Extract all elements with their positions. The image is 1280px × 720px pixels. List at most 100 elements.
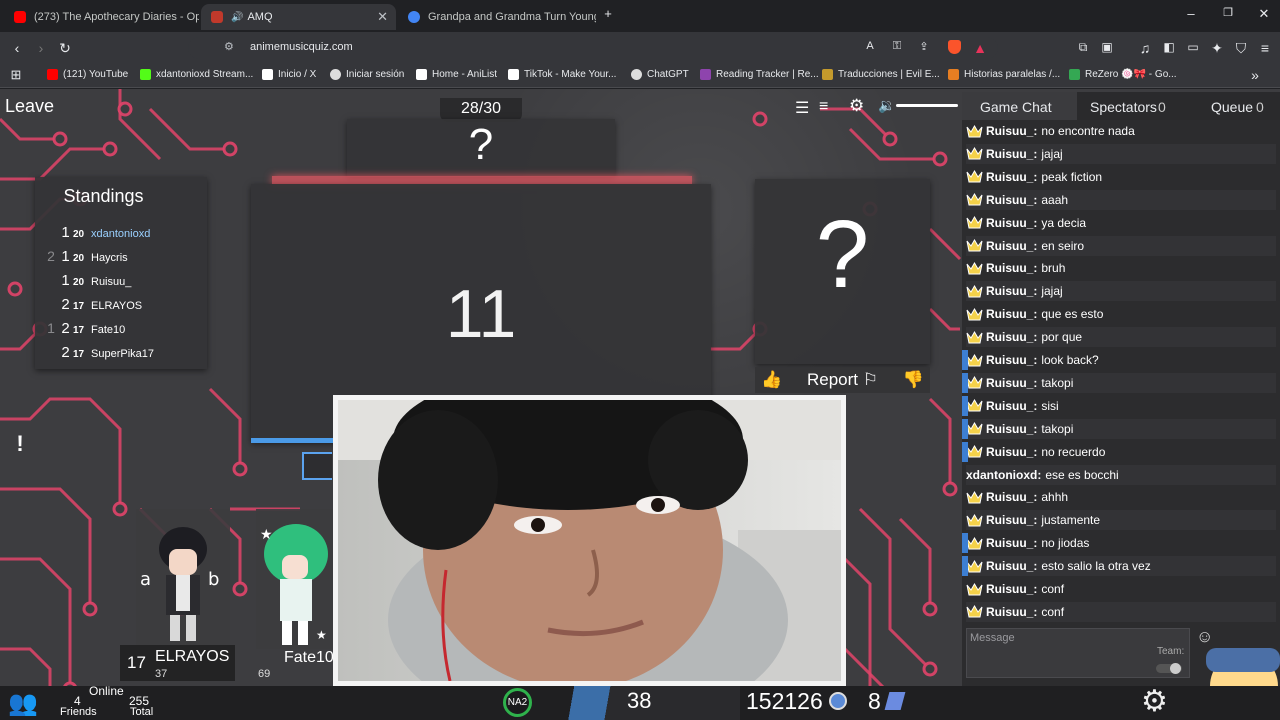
player-name[interactable]: Haycris xyxy=(91,252,128,264)
chat-text: en seiro xyxy=(1041,238,1085,253)
chat-username[interactable]: Ruisuu_: xyxy=(986,536,1037,550)
tab-grandpa[interactable]: Grandpa and Grandma Turn Young A... xyxy=(398,4,596,30)
close-window-button[interactable]: ✕ xyxy=(1254,6,1274,22)
chat-username[interactable]: Ruisuu_: xyxy=(986,582,1037,596)
bookmark-traducciones[interactable]: Traducciones | Evil E... xyxy=(822,69,940,80)
chat-username[interactable]: Ruisuu_: xyxy=(986,376,1037,390)
player-name[interactable]: Fate10 xyxy=(284,649,334,667)
screenshot-icon[interactable]: ▣ xyxy=(1098,40,1116,54)
player-list-icon[interactable]: ☰ xyxy=(795,98,809,118)
bookmark-login[interactable]: Iniciar sesión xyxy=(330,69,404,80)
key-icon[interactable]: ⚿ xyxy=(888,40,906,53)
chat-username[interactable]: Ruisuu_: xyxy=(986,216,1037,230)
player-name[interactable]: xdantonioxd xyxy=(91,228,150,240)
bookmark-chatgpt[interactable]: ChatGPT xyxy=(631,69,689,80)
apps-icon[interactable]: ⊞ xyxy=(7,67,25,83)
translate-icon[interactable]: A xyxy=(861,40,879,52)
player-name[interactable]: Fate10 xyxy=(91,324,125,336)
friends-icon[interactable]: 👥 xyxy=(8,689,38,718)
chat-username[interactable]: xdantonioxd: xyxy=(966,468,1041,482)
mention-highlight xyxy=(962,395,968,416)
chat-username[interactable]: Ruisuu_: xyxy=(986,193,1037,207)
wallet-icon[interactable]: ▭ xyxy=(1184,40,1202,54)
team-toggle[interactable] xyxy=(1156,663,1182,674)
youtube-icon xyxy=(47,69,58,80)
close-tab-icon[interactable]: ✕ xyxy=(377,9,388,25)
tab-queue[interactable]: Queue xyxy=(1211,99,1253,115)
bookmark-anilist[interactable]: Home - AniList xyxy=(416,69,497,80)
bookmark-rezero[interactable]: ReZero 🍥🎀 - Go... xyxy=(1069,69,1177,80)
chat-username[interactable]: Ruisuu_: xyxy=(986,284,1037,298)
chat-text: jajaj xyxy=(1041,284,1063,299)
webcam-overlay xyxy=(333,395,846,686)
settings-gear-icon[interactable]: ⚙ xyxy=(1141,684,1168,719)
chat-username[interactable]: Ruisuu_: xyxy=(986,353,1037,367)
reload-icon[interactable]: ↻ xyxy=(56,40,74,57)
tab-youtube[interactable]: (273) The Apothecary Diaries - Opening xyxy=(4,4,199,30)
chat-message: Ruisuu_: por que xyxy=(966,327,1276,348)
alert-icon[interactable]: ! xyxy=(9,431,31,459)
sidebar-icon[interactable]: ◧ xyxy=(1160,40,1178,54)
crown-badge-icon xyxy=(966,307,983,321)
minimize-button[interactable]: – xyxy=(1181,6,1201,21)
chat-username[interactable]: Ruisuu_: xyxy=(986,124,1037,138)
chat-username[interactable]: Ruisuu_: xyxy=(986,490,1037,504)
leo-icon[interactable]: ✦ xyxy=(1208,40,1226,57)
chat-username[interactable]: Ruisuu_: xyxy=(986,399,1037,413)
extensions-icon[interactable]: ⧉ xyxy=(1074,40,1092,55)
site-info-icon[interactable]: ⚙ xyxy=(224,40,234,53)
chat-username[interactable]: Ruisuu_: xyxy=(986,422,1037,436)
chat-username[interactable]: Ruisuu_: xyxy=(986,445,1037,459)
volume-slider[interactable] xyxy=(896,104,958,107)
player-name[interactable]: Ruisuu_ xyxy=(91,276,131,288)
tab-game-chat[interactable]: Game Chat xyxy=(980,99,1052,115)
chat-message: Ruisuu_: que es esto xyxy=(966,304,1276,324)
chat-username[interactable]: Ruisuu_: xyxy=(986,239,1037,253)
chat-username[interactable]: Ruisuu_: xyxy=(986,170,1037,184)
answer-input-edge[interactable] xyxy=(302,452,332,480)
chat-username[interactable]: Ruisuu_: xyxy=(986,330,1037,344)
chat-username[interactable]: Ruisuu_: xyxy=(986,605,1037,619)
thumbs-down-icon[interactable]: 👎 xyxy=(903,370,924,390)
chat-username[interactable]: Ruisuu_: xyxy=(986,261,1037,275)
vote-bar: 👍 Report ⚐ 👎 xyxy=(755,367,930,393)
bookmark-historias[interactable]: Historias paralelas /... xyxy=(948,69,1060,80)
bookmark-x[interactable]: Inicio / X xyxy=(262,69,316,80)
volume-icon[interactable]: 🔉 xyxy=(878,97,895,114)
new-tab-button[interactable]: + xyxy=(598,6,618,21)
share-icon[interactable]: ⇪ xyxy=(915,40,933,53)
menu-icon[interactable]: ≡ xyxy=(819,98,828,116)
bookmark-kick[interactable]: xdantonioxd Stream... xyxy=(140,69,253,80)
bookmark-reading-tracker[interactable]: Reading Tracker | Re... xyxy=(700,69,819,80)
thumbs-up-icon[interactable]: 👍 xyxy=(761,370,782,390)
player-name[interactable]: ELRAYOS xyxy=(91,300,142,312)
media-icon[interactable]: ♫ xyxy=(1136,40,1154,56)
restore-button[interactable]: ❐ xyxy=(1218,6,1238,19)
chat-text: conf xyxy=(1041,582,1065,596)
forward-icon[interactable]: › xyxy=(32,40,50,56)
leave-button[interactable]: Leave xyxy=(5,96,54,117)
chat-username[interactable]: Ruisuu_: xyxy=(986,307,1037,321)
bookmark-tiktok[interactable]: TikTok - Make Your... xyxy=(508,69,616,80)
tab-amq[interactable]: 🔊 AMQ ✕ xyxy=(201,4,396,30)
menu-icon[interactable]: ≡ xyxy=(1256,40,1274,56)
chat-text: bruh xyxy=(1041,261,1066,276)
settings-gear-icon[interactable]: ⚙ xyxy=(849,96,864,116)
chat-username[interactable]: Ruisuu_: xyxy=(986,513,1037,527)
chat-username[interactable]: Ruisuu_: xyxy=(986,147,1037,161)
report-button[interactable]: Report ⚐ xyxy=(807,370,878,390)
player-name[interactable]: SuperPika17 xyxy=(91,348,154,360)
tab-spectators[interactable]: Spectators xyxy=(1090,99,1157,115)
region-badge[interactable]: NA2 xyxy=(503,688,532,717)
rewards-icon[interactable]: ▲ xyxy=(971,40,989,56)
bookmark-youtube[interactable]: (121) YouTube xyxy=(47,69,128,80)
player-name[interactable]: ELRAYOS xyxy=(155,648,229,666)
player-avatar-fate10[interactable]: ★ ★ xyxy=(256,509,336,649)
brave-shield-icon[interactable] xyxy=(945,40,963,57)
player-avatar-elrayos[interactable]: a b xyxy=(136,509,230,649)
back-icon[interactable]: ‹ xyxy=(8,40,26,56)
crown-badge-icon xyxy=(966,330,983,344)
vpn-icon[interactable]: ⛉ xyxy=(1232,40,1250,57)
more-bookmarks-icon[interactable]: » xyxy=(1246,67,1264,83)
chat-username[interactable]: Ruisuu_: xyxy=(986,559,1037,573)
